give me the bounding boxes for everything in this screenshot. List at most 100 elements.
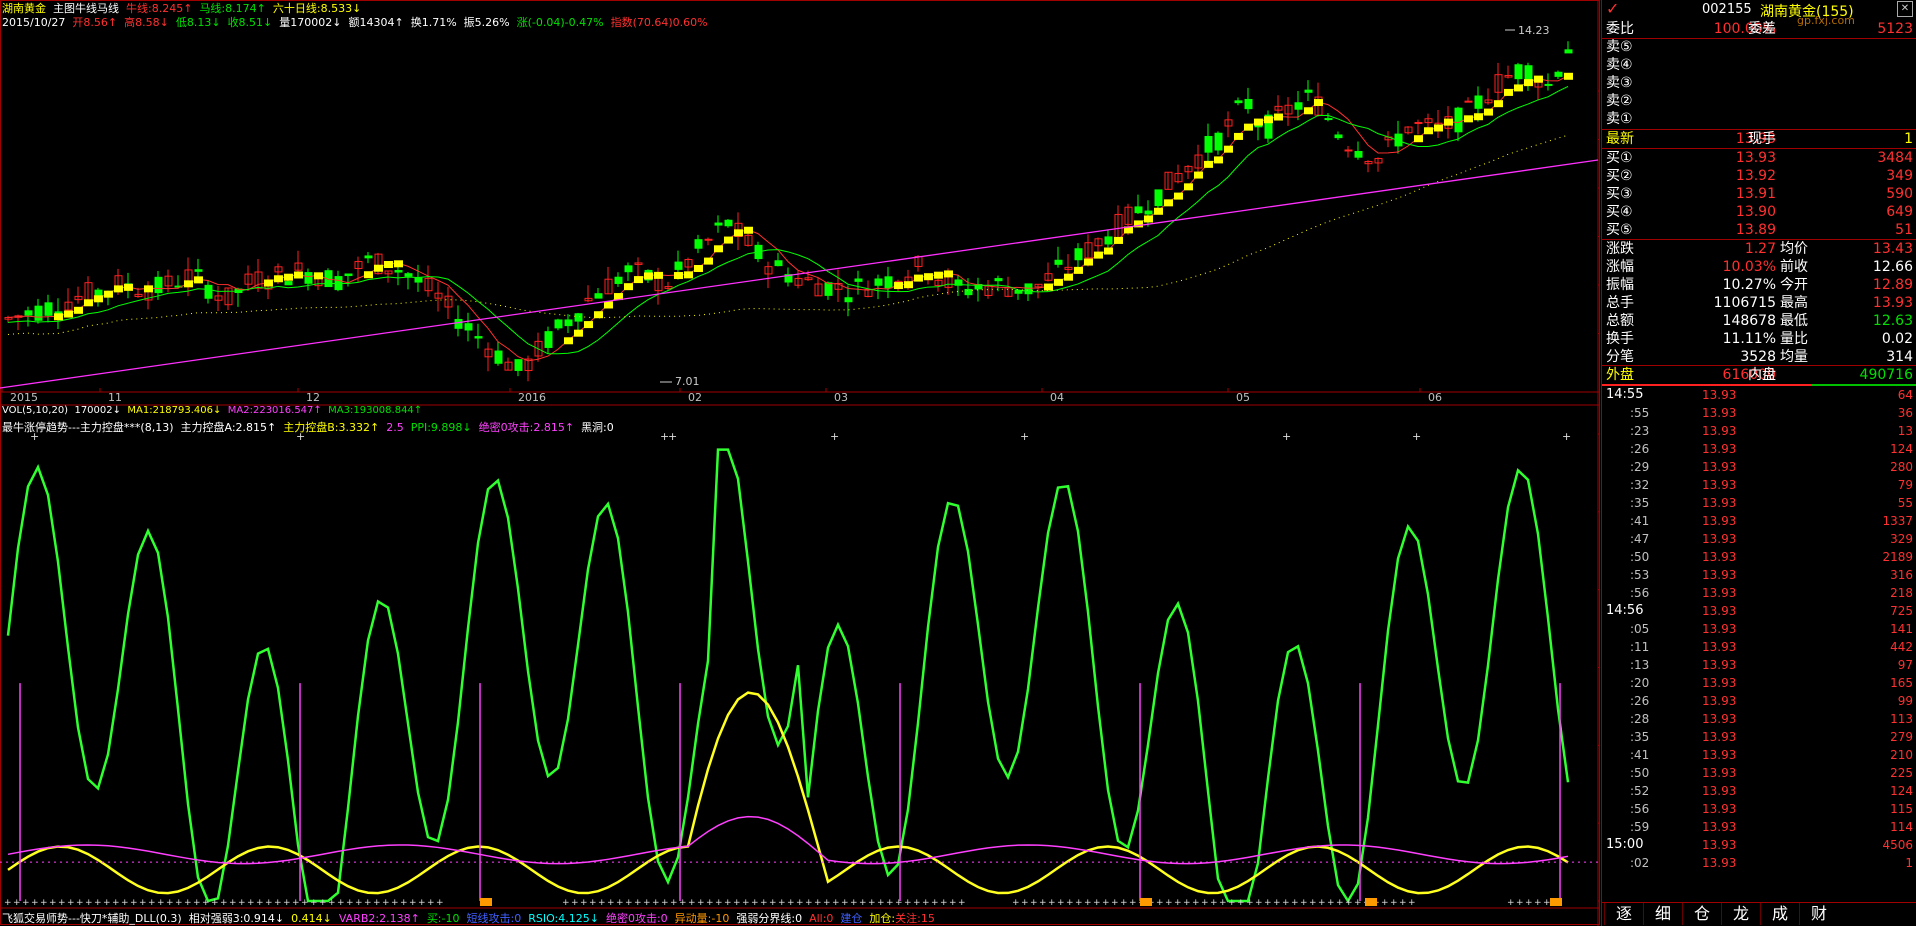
signal-plus: + xyxy=(1039,898,1047,908)
signal-plus: + xyxy=(823,898,831,908)
bar-date: 2015/10/27 xyxy=(2,16,66,29)
panel-tab-4[interactable]: 成 xyxy=(1760,903,1799,925)
candle-body xyxy=(844,297,853,303)
signal-plus: + xyxy=(202,898,210,908)
latest-label: 最新 xyxy=(1606,131,1634,147)
amplitude-value: 振5.26% xyxy=(463,16,510,29)
signal-plus: + xyxy=(1084,898,1092,908)
sell-level[interactable]: 卖① xyxy=(1602,110,1916,128)
tick-price: 13.93 xyxy=(1702,820,1737,834)
sell-level[interactable]: 卖③ xyxy=(1602,74,1916,92)
panel-tab-3[interactable]: 龙 xyxy=(1721,903,1760,925)
tick-row: :35 13.93 55 xyxy=(1602,494,1916,512)
quote-panel: ✓ 002155 湖南黄金(155) gp.fxj.com ✕ 委比 100.0… xyxy=(1601,0,1916,926)
staircase-block xyxy=(1064,273,1073,281)
signal-plus: + xyxy=(625,898,633,908)
buy-level-price: 13.91 xyxy=(1735,186,1776,202)
top-signal-plus: + xyxy=(830,430,839,443)
candle-body xyxy=(614,276,623,284)
signal-plus: + xyxy=(742,898,750,908)
staircase-block xyxy=(634,276,643,284)
staircase-block xyxy=(944,270,953,278)
signal-plus: + xyxy=(238,898,246,908)
staircase-block xyxy=(184,280,193,288)
candle-body xyxy=(704,238,713,241)
buy-level-price: 13.89 xyxy=(1735,222,1776,238)
candle-body xyxy=(514,359,523,371)
candle-body xyxy=(1514,64,1523,80)
close-icon[interactable]: ✕ xyxy=(1897,1,1913,17)
buy-level[interactable]: 买② 13.92 349 xyxy=(1602,167,1916,185)
signal-plus: + xyxy=(1291,898,1299,908)
tick-row: :11 13.93 442 xyxy=(1602,638,1916,656)
tick-row: :20 13.93 165 xyxy=(1602,674,1916,692)
tick-volume: 316 xyxy=(1890,568,1913,582)
staircase-block xyxy=(1424,127,1433,135)
top-signal-plus: + xyxy=(1562,430,1571,443)
rel-strength-2: 0.414↓ xyxy=(291,912,332,925)
tick-time: :52 xyxy=(1630,784,1650,798)
candle-body xyxy=(404,273,413,277)
tick-volume: 218 xyxy=(1890,586,1913,600)
signal-plus: + xyxy=(184,898,192,908)
stat-row: 总手 1106715 最高 13.93 xyxy=(1602,294,1916,312)
signal-plus: + xyxy=(346,898,354,908)
tick-volume: 210 xyxy=(1890,748,1913,762)
candle-body xyxy=(194,269,203,272)
chart-canvas[interactable]: 13.0012.0011.0010.009.008.0013.932015111… xyxy=(0,0,1600,926)
tick-time: :23 xyxy=(1630,424,1650,438)
sell-level[interactable]: 卖② xyxy=(1602,92,1916,110)
top-signal-plus: + xyxy=(1020,430,1029,443)
tick-volume: 280 xyxy=(1890,460,1913,474)
staircase-block xyxy=(684,271,693,279)
chart-area[interactable]: 13.0012.0011.0010.009.008.0013.932015111… xyxy=(0,0,1600,926)
signal-plus: + xyxy=(274,898,282,908)
signal-plus: + xyxy=(220,898,228,908)
staircase-block xyxy=(1214,156,1223,164)
tick-row: :52 13.93 124 xyxy=(1602,782,1916,800)
staircase-block xyxy=(1204,160,1213,168)
date-axis-label: 12 xyxy=(306,391,320,404)
buy-level[interactable]: 买③ 13.91 590 xyxy=(1602,185,1916,203)
jm-attack-value: 绝密0攻击:2.815↑ xyxy=(478,421,575,434)
stat-value: 12.89 xyxy=(1872,277,1913,293)
signal-plus: + xyxy=(139,898,147,908)
panel-tab-0[interactable]: 逐 xyxy=(1604,903,1643,925)
buy-level[interactable]: 买⑤ 13.89 51 xyxy=(1602,221,1916,239)
signal-plus: + xyxy=(1282,898,1290,908)
signal-plus: + xyxy=(67,898,75,908)
signal-plus: + xyxy=(1318,898,1326,908)
tick-price: 13.93 xyxy=(1702,838,1737,852)
signal-plus: + xyxy=(661,898,669,908)
panel-tab-1[interactable]: 细 xyxy=(1643,903,1682,925)
candle-body xyxy=(824,282,833,296)
staircase-block xyxy=(1444,118,1453,126)
signal-plus: + xyxy=(724,898,732,908)
staircase-block xyxy=(714,245,723,253)
signal-plus: + xyxy=(148,898,156,908)
stat-value: 148678 xyxy=(1722,313,1776,329)
panel-tab-2[interactable]: 仓 xyxy=(1682,903,1721,925)
staircase-block xyxy=(574,329,583,337)
stat-value: 10.27% xyxy=(1722,277,1776,293)
volume-value: 量170002↓ xyxy=(279,16,342,29)
sell-level[interactable]: 卖④ xyxy=(1602,56,1916,74)
candle-body xyxy=(554,319,563,329)
check-icon[interactable]: ✓ xyxy=(1606,0,1619,18)
buy-level[interactable]: 买① 13.93 3484 xyxy=(1602,149,1916,167)
signal-plus: + xyxy=(634,898,642,908)
panel-tab-5[interactable]: 财 xyxy=(1799,903,1838,925)
tick-time: 14:56 xyxy=(1606,603,1644,618)
sell-level[interactable]: 卖⑤ xyxy=(1602,38,1916,56)
signal-plus: + xyxy=(1156,898,1164,908)
staircase-block xyxy=(94,295,103,303)
buy-level[interactable]: 买④ 13.90 649 xyxy=(1602,203,1916,221)
tick-row: :05 13.93 141 xyxy=(1602,620,1916,638)
candle-body xyxy=(1104,236,1113,245)
candle-body xyxy=(464,323,473,331)
sell-level-label: 卖④ xyxy=(1606,57,1633,73)
staircase-block xyxy=(1194,171,1203,179)
inner-value: 490716 xyxy=(1859,367,1913,383)
indicator-title: 最牛涨停趋势---主力控盘***(8,13) xyxy=(2,421,174,434)
buy-level-volume: 3484 xyxy=(1877,150,1913,166)
